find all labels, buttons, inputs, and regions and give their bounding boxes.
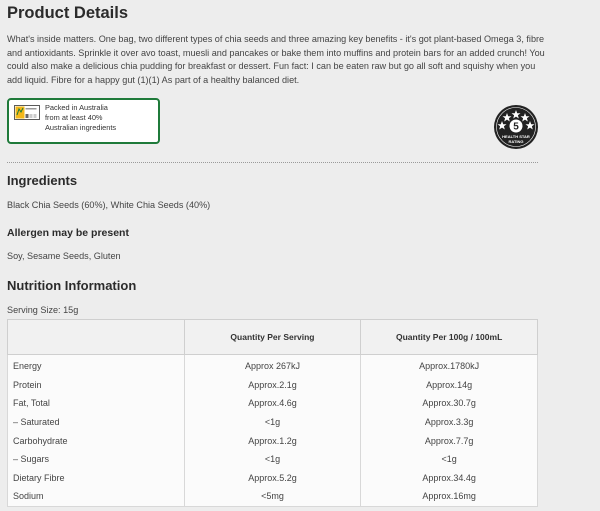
table-row: Dietary Fibre Approx.5.2g Approx.34.4g bbox=[7, 468, 538, 488]
per-serving-value: <5mg bbox=[183, 487, 362, 507]
nutrient-name: Carbohydrate bbox=[7, 431, 185, 450]
table-row: Energy Approx 267kJ Approx.1780kJ bbox=[7, 354, 538, 376]
column-header-per-100: Quantity Per 100g / 100mL bbox=[360, 319, 538, 355]
australian-made-logo-icon bbox=[14, 105, 40, 120]
badge-line-2: from at least 40% bbox=[45, 113, 103, 122]
per-100-value: Approx.3.3g bbox=[360, 412, 538, 432]
per-100-value: Approx.34.4g bbox=[360, 468, 538, 488]
ingredients-heading: Ingredients bbox=[7, 173, 78, 188]
nutrient-name: Fat, Total bbox=[7, 394, 185, 413]
health-star-label-line2: RATING bbox=[508, 138, 524, 144]
nutrition-heading: Nutrition Information bbox=[7, 278, 137, 293]
table-row: Fat, Total Approx.4.6g Approx.30.7g bbox=[7, 394, 538, 413]
product-description: What's inside matters. One bag, two diff… bbox=[7, 34, 545, 86]
table-row: Protein Approx.2.1g Approx.14g bbox=[7, 375, 538, 395]
nutrition-table: Quantity Per Serving Quantity Per 100g /… bbox=[7, 319, 538, 507]
per-serving-value: <1g bbox=[183, 449, 362, 469]
nutrient-name: Sodium bbox=[7, 487, 185, 507]
nutrient-name: Energy bbox=[7, 354, 185, 376]
column-header-nutrient bbox=[7, 319, 185, 355]
health-star-value: 5 bbox=[513, 122, 519, 133]
nutrient-name: Protein bbox=[7, 375, 185, 395]
column-header-per-serving: Quantity Per Serving bbox=[183, 319, 362, 355]
allergen-heading: Allergen may be present bbox=[7, 227, 129, 239]
nutrient-name: – Saturated bbox=[7, 412, 185, 432]
allergen-text: Soy, Sesame Seeds, Gluten bbox=[7, 251, 121, 261]
table-row: – Saturated <1g Approx.3.3g bbox=[7, 412, 538, 432]
per-serving-value: Approx.1.2g bbox=[183, 431, 362, 450]
australian-made-text: Packed in Australia from at least 40% Au… bbox=[45, 103, 157, 133]
per-100-value: Approx.30.7g bbox=[360, 394, 538, 413]
per-serving-value: Approx 267kJ bbox=[183, 354, 362, 376]
page-title: Product Details bbox=[7, 4, 129, 22]
nutrition-header-row: Quantity Per Serving Quantity Per 100g /… bbox=[7, 319, 538, 355]
per-serving-value: Approx.4.6g bbox=[183, 394, 362, 413]
health-star-rating-badge: 5 HEALTH STAR RATING bbox=[493, 104, 539, 150]
badge-line-3: Australian ingredients bbox=[45, 123, 117, 132]
table-row: Sodium <5mg Approx.16mg bbox=[7, 487, 538, 507]
per-100-value: <1g bbox=[360, 449, 538, 469]
serving-size: Serving Size: 15g bbox=[7, 305, 79, 315]
nutrient-name: – Sugars bbox=[7, 449, 185, 469]
table-row: – Sugars <1g <1g bbox=[7, 449, 538, 469]
nutrient-name: Dietary Fibre bbox=[7, 468, 185, 488]
per-serving-value: Approx.5.2g bbox=[183, 468, 362, 488]
badge-line-1: Packed in Australia bbox=[45, 103, 108, 112]
per-100-value: Approx.14g bbox=[360, 375, 538, 395]
per-100-value: Approx.16mg bbox=[360, 487, 538, 507]
section-divider bbox=[7, 162, 538, 163]
ingredients-text: Black Chia Seeds (60%), White Chia Seeds… bbox=[7, 200, 211, 210]
per-serving-value: <1g bbox=[183, 412, 362, 432]
per-serving-value: Approx.2.1g bbox=[183, 375, 362, 395]
per-100-value: Approx.7.7g bbox=[360, 431, 538, 450]
table-row: Carbohydrate Approx.1.2g Approx.7.7g bbox=[7, 431, 538, 450]
per-100-value: Approx.1780kJ bbox=[360, 354, 538, 376]
australian-made-badge: Packed in Australia from at least 40% Au… bbox=[7, 98, 160, 144]
